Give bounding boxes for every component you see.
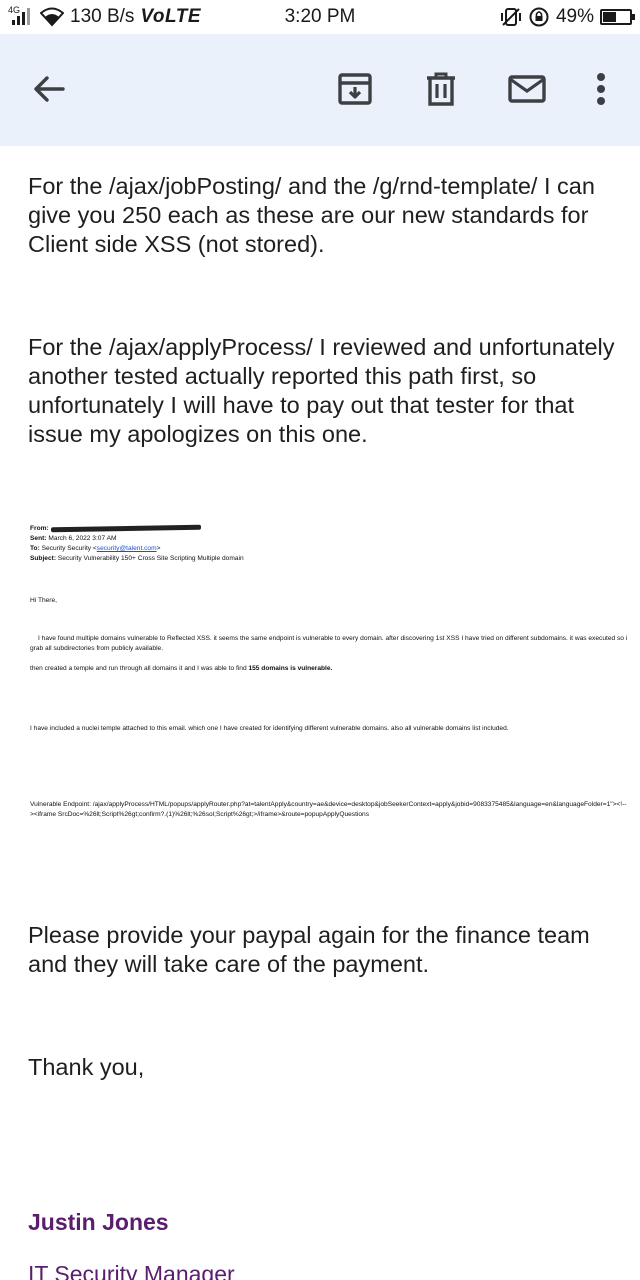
embedded-nuclei-text: I have included a nuclei temple attached… (30, 725, 509, 732)
signature-name: Justin Jones (28, 1209, 169, 1235)
subject-label: Subject: (30, 555, 57, 562)
embedded-template-text: then created a temple and run through al… (30, 664, 630, 674)
signature-title: IT Security Manager (28, 1261, 235, 1280)
more-options-button[interactable] (576, 64, 626, 114)
back-button[interactable] (24, 64, 74, 114)
to-value: Security Security < (41, 545, 97, 552)
sent-label: Sent: (30, 535, 47, 542)
body-paragraph: For the /ajax/applyProcess/ I reviewed a… (28, 334, 615, 447)
battery-percent: 49% (555, 6, 594, 27)
body-paragraph: For the /ajax/jobPosting/ and the /g/rnd… (28, 173, 595, 257)
status-right: 49% (500, 6, 635, 28)
redacted-sender (50, 524, 201, 533)
embedded-found-text: I have found multiple domains vulnerable… (30, 635, 628, 652)
body-paragraph: Please provide your paypal again for the… (28, 922, 590, 977)
from-label: From: (30, 525, 49, 532)
archive-icon (338, 73, 372, 105)
battery-fill (603, 12, 616, 22)
delete-button[interactable] (416, 64, 466, 114)
embedded-header: From: Sent: March 6, 2022 3:07 AM To: Se… (30, 524, 630, 564)
more-vert-icon (597, 73, 605, 105)
status-bar: 4G 130 B/s VoLTE 3:20 PM 49% (0, 0, 640, 34)
rotation-lock-icon (529, 7, 549, 27)
embedded-greeting: Hi There, (30, 597, 57, 604)
mail-icon (508, 75, 546, 103)
sent-value: March 6, 2022 3:07 AM (48, 535, 117, 542)
subject-value: Security Vulnerability 150+ Cross Site S… (57, 555, 244, 562)
mark-unread-button[interactable] (502, 64, 552, 114)
archive-button[interactable] (330, 64, 380, 114)
trash-icon (427, 72, 455, 106)
battery-icon (600, 9, 635, 25)
template-count: 155 domains is vulnerable. (248, 665, 333, 672)
to-close: > (156, 545, 161, 552)
embedded-endpoint-text: Vulnerable Endpoint: /ajax/applyProcess/… (30, 801, 627, 818)
vibrate-icon (500, 8, 521, 26)
email-toolbar (0, 34, 640, 146)
embedded-email-image: From: Sent: March 6, 2022 3:07 AM To: Se… (30, 524, 630, 818)
to-label: To: (30, 545, 40, 552)
arrow-left-icon (34, 76, 65, 102)
closing-text: Thank you, (28, 1054, 145, 1080)
template-text: then created a temple and run through al… (30, 665, 249, 672)
to-email-link: security@talent.com (96, 545, 157, 552)
